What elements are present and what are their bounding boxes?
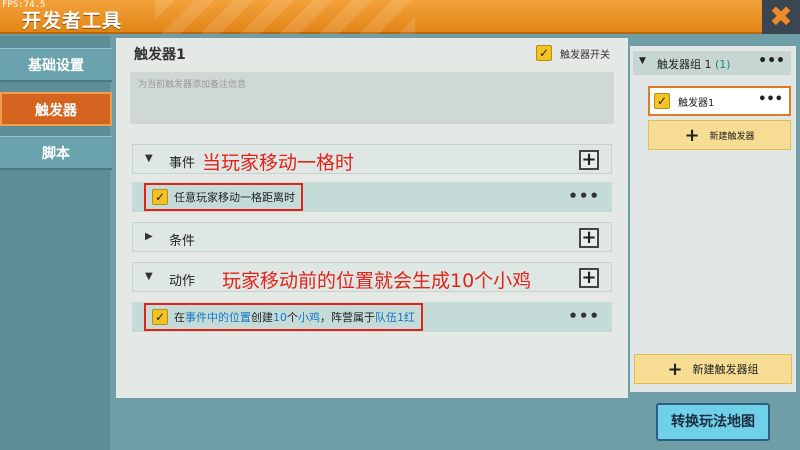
collapse-arrow-icon[interactable]: ▼ (145, 153, 153, 164)
trigger-group-count: (1) (715, 58, 731, 71)
condition-section-label: 条件 (169, 234, 196, 249)
trigger-switch-label: 触发器开关 (560, 49, 610, 61)
close-icon[interactable]: ✖ (762, 0, 800, 34)
add-action-button[interactable]: + (579, 268, 599, 288)
event-section-label: 事件 (169, 156, 196, 171)
event-item-highlight: ✓ 任意玩家移动一格距离时 (144, 183, 303, 211)
switch-map-button[interactable]: 转换玩法地图 (656, 403, 770, 441)
note-input[interactable]: 为当前触发器添加备注信息 (130, 72, 614, 124)
action-item-text: 在事件中的位置创建10个小鸡，阵营属于队伍1红 (174, 311, 415, 324)
trigger-group-header[interactable]: ▼ 触发器组 1 (1) ••• (633, 51, 791, 75)
more-options-icon[interactable]: ••• (568, 187, 600, 205)
trigger-switch[interactable]: ✓ 触发器开关 (536, 45, 610, 61)
collapse-arrow-icon[interactable]: ▼ (145, 271, 153, 282)
action-item-checkbox[interactable]: ✓ (152, 309, 168, 325)
window-title: 开发者工具 (22, 10, 123, 32)
trigger-group-label: 触发器组 1 (657, 58, 712, 71)
team-value[interactable]: 队伍1红 (375, 311, 415, 324)
trigger-item-checkbox[interactable]: ✓ (654, 93, 670, 109)
new-trigger-label: 新建触发器 (709, 131, 755, 142)
event-item-checkbox[interactable]: ✓ (152, 189, 168, 205)
action-item[interactable]: ✓ 在事件中的位置创建10个小鸡，阵营属于队伍1红 ••• (132, 302, 612, 332)
title-bar-decoration (155, 0, 415, 34)
trigger-list-item[interactable]: ✓ 触发器1 ••• (648, 86, 791, 116)
add-event-button[interactable]: + (579, 150, 599, 170)
chevron-down-icon[interactable]: ▼ (639, 56, 646, 66)
condition-section-header[interactable]: ▶ 条件 + (132, 222, 612, 252)
trigger-item-label: 触发器1 (678, 97, 715, 109)
event-position-link[interactable]: 事件中的位置 (185, 311, 251, 324)
plus-icon: + (684, 124, 700, 146)
trigger-group-panel: ▼ 触发器组 1 (1) ••• ✓ 触发器1 ••• + 新建触发器 + 新建… (630, 46, 796, 392)
more-options-icon[interactable]: ••• (758, 53, 785, 69)
trigger-editor-panel: 触发器1 ✓ 触发器开关 为当前触发器添加备注信息 ▼ 事件 + 当玩家移动一格… (116, 38, 628, 398)
new-group-label: 新建触发器组 (692, 363, 759, 376)
event-annotation: 当玩家移动一格时 (202, 152, 355, 174)
new-trigger-button[interactable]: + 新建触发器 (648, 120, 791, 150)
more-options-icon[interactable]: ••• (758, 92, 783, 107)
note-placeholder: 为当前触发器添加备注信息 (138, 80, 247, 90)
expand-arrow-icon[interactable]: ▶ (145, 231, 153, 242)
nav-item-triggers[interactable]: 触发器 (0, 92, 112, 126)
trigger-name[interactable]: 触发器1 (134, 44, 186, 64)
event-item-text: 任意玩家移动一格距离时 (174, 191, 295, 204)
count-value[interactable]: 10 (273, 311, 287, 324)
left-nav: 基础设置 触发器 脚本 (0, 36, 112, 450)
nav-item-basic-settings[interactable]: 基础设置 (0, 48, 112, 82)
action-annotation: 玩家移动前的位置就会生成10个小鸡 (222, 270, 532, 292)
action-section-label: 动作 (169, 274, 196, 289)
action-item-highlight: ✓ 在事件中的位置创建10个小鸡，阵营属于队伍1红 (144, 303, 423, 331)
creature-value[interactable]: 小鸡 (298, 311, 320, 324)
nav-item-scripts[interactable]: 脚本 (0, 136, 112, 170)
new-trigger-group-button[interactable]: + 新建触发器组 (634, 354, 792, 384)
more-options-icon[interactable]: ••• (568, 307, 600, 325)
title-bar: FPS:74.5 开发者工具 (0, 0, 800, 34)
plus-icon: + (667, 358, 683, 380)
trigger-switch-checkbox[interactable]: ✓ (536, 45, 552, 61)
event-item[interactable]: ✓ 任意玩家移动一格距离时 ••• (132, 182, 612, 212)
add-condition-button[interactable]: + (579, 228, 599, 248)
